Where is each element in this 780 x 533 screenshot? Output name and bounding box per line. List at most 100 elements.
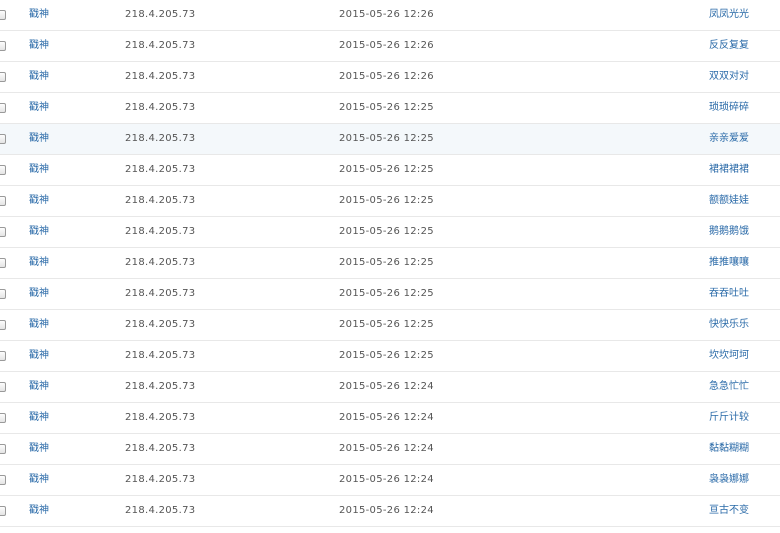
timestamp: 2015-05-26 12:25 <box>339 257 434 268</box>
table-row: 戳神 218.4.205.73 2015-05-26 12:24 袅袅娜娜 <box>0 465 780 496</box>
row-checkbox[interactable] <box>0 41 6 51</box>
user-link[interactable]: 戳神 <box>29 31 49 61</box>
table-row: 戳神 218.4.205.73 2015-05-26 12:25 快快乐乐 <box>0 310 780 341</box>
user-link[interactable]: 戳神 <box>29 186 49 216</box>
timestamp: 2015-05-26 12:24 <box>339 443 434 454</box>
ip-address: 218.4.205.73 <box>125 381 196 392</box>
table-row: 戳神 218.4.205.73 2015-05-26 12:24 亘古不变 <box>0 496 780 527</box>
ip-address: 218.4.205.73 <box>125 71 196 82</box>
table-row: 戳神 218.4.205.73 2015-05-26 12:25 亲亲爱爱 <box>0 124 780 155</box>
word-link[interactable]: 袅袅娜娜 <box>709 465 749 495</box>
row-checkbox-cell <box>0 434 8 464</box>
timestamp: 2015-05-26 12:26 <box>339 40 434 51</box>
word-link[interactable]: 裙裙裙裙 <box>709 155 749 185</box>
ip-address: 218.4.205.73 <box>125 9 196 20</box>
row-checkbox-cell <box>0 155 8 185</box>
ip-address: 218.4.205.73 <box>125 102 196 113</box>
word-link[interactable]: 亲亲爱爱 <box>709 124 749 154</box>
row-checkbox-cell <box>0 341 8 371</box>
row-checkbox[interactable] <box>0 444 6 454</box>
row-checkbox-cell <box>0 217 8 247</box>
row-checkbox[interactable] <box>0 289 6 299</box>
row-checkbox-cell <box>0 403 8 433</box>
ip-address: 218.4.205.73 <box>125 412 196 423</box>
word-link[interactable]: 反反复复 <box>709 31 749 61</box>
ip-address: 218.4.205.73 <box>125 288 196 299</box>
user-link[interactable]: 戳神 <box>29 0 49 30</box>
row-checkbox-cell <box>0 248 8 278</box>
word-link[interactable]: 推推嚷嚷 <box>709 248 749 278</box>
row-checkbox[interactable] <box>0 413 6 423</box>
ip-address: 218.4.205.73 <box>125 226 196 237</box>
ip-address: 218.4.205.73 <box>125 195 196 206</box>
word-link[interactable]: 琐琐碎碎 <box>709 93 749 123</box>
user-link[interactable]: 戳神 <box>29 403 49 433</box>
table-row: 戳神 218.4.205.73 2015-05-26 12:25 坎坎坷坷 <box>0 341 780 372</box>
user-link[interactable]: 戳神 <box>29 279 49 309</box>
ip-address: 218.4.205.73 <box>125 40 196 51</box>
row-checkbox-cell <box>0 496 8 526</box>
row-checkbox-cell <box>0 465 8 495</box>
timestamp: 2015-05-26 12:25 <box>339 195 434 206</box>
word-link[interactable]: 双双对对 <box>709 62 749 92</box>
timestamp: 2015-05-26 12:25 <box>339 164 434 175</box>
user-link[interactable]: 戳神 <box>29 372 49 402</box>
timestamp: 2015-05-26 12:25 <box>339 133 434 144</box>
row-checkbox[interactable] <box>0 320 6 330</box>
user-link[interactable]: 戳神 <box>29 62 49 92</box>
word-link[interactable]: 黏黏糊糊 <box>709 434 749 464</box>
user-link[interactable]: 戳神 <box>29 93 49 123</box>
table-row: 戳神 218.4.205.73 2015-05-26 12:25 裙裙裙裙 <box>0 155 780 186</box>
user-link[interactable]: 戳神 <box>29 434 49 464</box>
row-checkbox[interactable] <box>0 351 6 361</box>
word-link[interactable]: 凤凤光光 <box>709 0 749 30</box>
row-checkbox[interactable] <box>0 382 6 392</box>
row-checkbox-cell <box>0 310 8 340</box>
user-link[interactable]: 戳神 <box>29 248 49 278</box>
table-row: 戳神 218.4.205.73 2015-05-26 12:26 双双对对 <box>0 62 780 93</box>
row-checkbox[interactable] <box>0 72 6 82</box>
user-link[interactable]: 戳神 <box>29 496 49 526</box>
ip-address: 218.4.205.73 <box>125 443 196 454</box>
row-checkbox[interactable] <box>0 165 6 175</box>
table-row: 戳神 218.4.205.73 2015-05-26 12:25 推推嚷嚷 <box>0 248 780 279</box>
table-row: 戳神 218.4.205.73 2015-05-26 12:25 鹅鹅鹅饿 <box>0 217 780 248</box>
user-link[interactable]: 戳神 <box>29 465 49 495</box>
timestamp: 2015-05-26 12:24 <box>339 474 434 485</box>
word-link[interactable]: 鹅鹅鹅饿 <box>709 217 749 247</box>
row-checkbox[interactable] <box>0 506 6 516</box>
ip-address: 218.4.205.73 <box>125 164 196 175</box>
timestamp: 2015-05-26 12:25 <box>339 319 434 330</box>
row-checkbox-cell <box>0 372 8 402</box>
user-link[interactable]: 戳神 <box>29 310 49 340</box>
table-row: 戳神 218.4.205.73 2015-05-26 12:25 额额娃娃 <box>0 186 780 217</box>
table-row: 戳神 218.4.205.73 2015-05-26 12:25 吞吞吐吐 <box>0 279 780 310</box>
ip-address: 218.4.205.73 <box>125 474 196 485</box>
user-link[interactable]: 戳神 <box>29 124 49 154</box>
word-link[interactable]: 坎坎坷坷 <box>709 341 749 371</box>
timestamp: 2015-05-26 12:25 <box>339 102 434 113</box>
word-link[interactable]: 吞吞吐吐 <box>709 279 749 309</box>
timestamp: 2015-05-26 12:24 <box>339 505 434 516</box>
word-link[interactable]: 急急忙忙 <box>709 372 749 402</box>
word-link[interactable]: 斤斤计较 <box>709 403 749 433</box>
user-link[interactable]: 戳神 <box>29 341 49 371</box>
row-checkbox[interactable] <box>0 103 6 113</box>
ip-address: 218.4.205.73 <box>125 257 196 268</box>
row-checkbox[interactable] <box>0 258 6 268</box>
user-link[interactable]: 戳神 <box>29 155 49 185</box>
row-checkbox-cell <box>0 93 8 123</box>
row-checkbox[interactable] <box>0 134 6 144</box>
row-checkbox-cell <box>0 124 8 154</box>
user-link[interactable]: 戳神 <box>29 217 49 247</box>
word-link[interactable]: 亘古不变 <box>709 496 749 526</box>
word-link[interactable]: 额额娃娃 <box>709 186 749 216</box>
timestamp: 2015-05-26 12:25 <box>339 350 434 361</box>
timestamp: 2015-05-26 12:25 <box>339 226 434 237</box>
table-row: 戳神 218.4.205.73 2015-05-26 12:26 反反复复 <box>0 31 780 62</box>
row-checkbox[interactable] <box>0 227 6 237</box>
word-link[interactable]: 快快乐乐 <box>709 310 749 340</box>
row-checkbox[interactable] <box>0 196 6 206</box>
row-checkbox[interactable] <box>0 10 6 20</box>
row-checkbox[interactable] <box>0 475 6 485</box>
